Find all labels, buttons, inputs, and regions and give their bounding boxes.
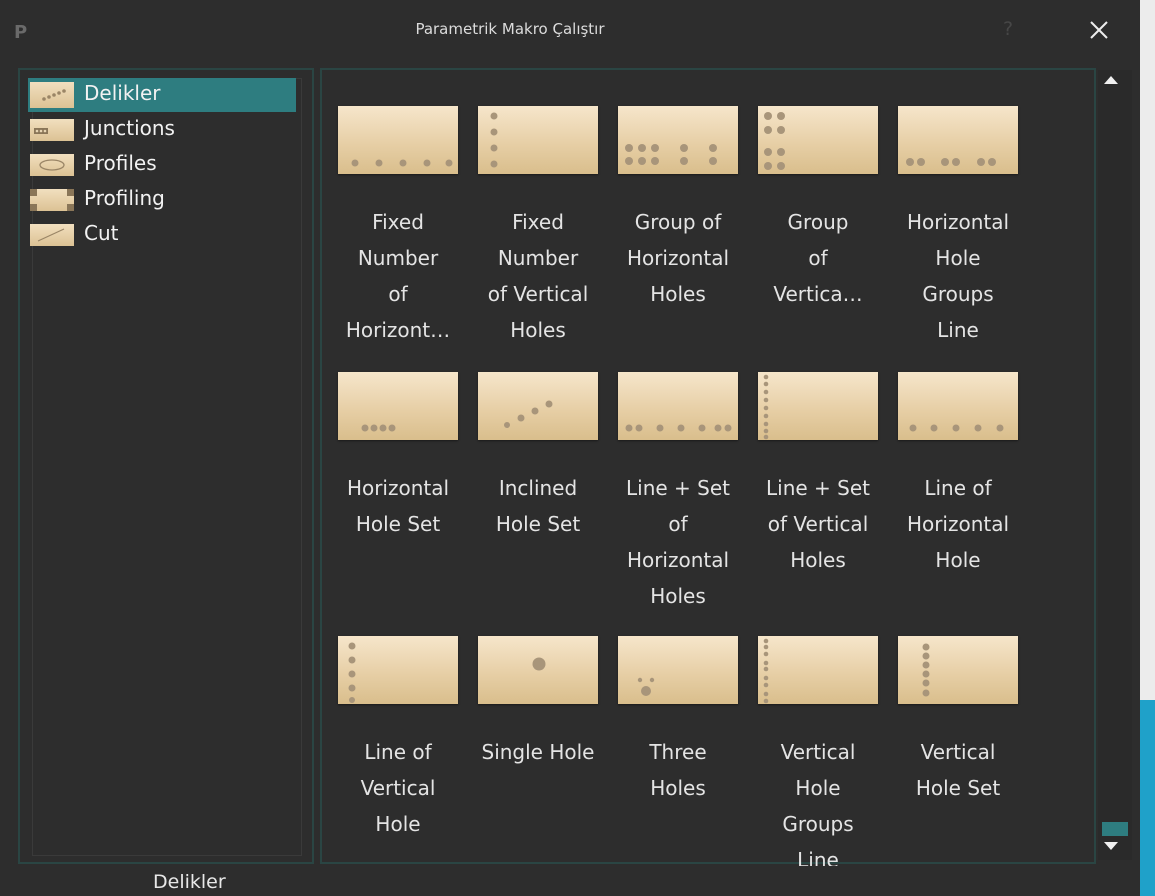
category-item-delikler[interactable]: Delikler	[28, 78, 296, 112]
cut-thumbnail	[30, 224, 74, 246]
macro-item-horizontal-hole-set[interactable]: Horizontal Hole Set	[328, 362, 458, 622]
holes-thumbnail	[30, 82, 74, 108]
category-item-profiles[interactable]: Profiles	[28, 148, 296, 182]
line-vertical-hole-thumbnail	[338, 636, 458, 704]
scroll-down-icon[interactable]	[1104, 842, 1118, 850]
macro-label: Vertical Hole Groups Line	[780, 740, 856, 866]
macro-label: Inclined Hole Set	[495, 476, 581, 536]
profiles-thumbnail	[30, 154, 74, 176]
scroll-up-icon[interactable]	[1104, 76, 1118, 84]
macro-item-inclined-hole-set[interactable]: Inclined Hole Set	[468, 362, 598, 622]
macro-dialog: P Parametrik Makro Çalıştır ? Delikler J…	[0, 0, 1140, 896]
macro-label: Single Hole	[481, 740, 595, 764]
inclined-hole-set-thumbnail	[478, 372, 598, 440]
macro-grid: Fixed Number of Horizont… Fixed Number o…	[328, 96, 1078, 866]
title-bar: P Parametrik Makro Çalıştır ?	[0, 0, 1140, 62]
macro-item-fixed-number-vertical[interactable]: Fixed Number of Vertical Holes	[468, 96, 598, 356]
macro-label: Horizontal Hole Set	[346, 476, 450, 536]
macro-item-line-of-vertical-hole[interactable]: Line of Vertical Hole	[328, 626, 458, 866]
macro-item-horizontal-hole-groups-line[interactable]: Horizontal Hole Groups Line	[888, 96, 1018, 356]
macro-label: Horizontal Hole Groups Line	[906, 210, 1010, 342]
group-vertical-holes-thumbnail	[758, 106, 878, 174]
fixed-horizontal-holes-thumbnail	[338, 106, 458, 174]
macro-item-vertical-hole-groups-line[interactable]: Vertical Hole Groups Line	[748, 626, 878, 866]
three-holes-thumbnail	[618, 636, 738, 704]
macro-label: Fixed Number of Horizont…	[345, 210, 451, 342]
category-label: Profiling	[84, 186, 165, 210]
line-set-vertical-holes-thumbnail	[758, 372, 878, 440]
macro-label: Line of Vertical Hole	[360, 740, 436, 836]
macro-label: Line + Set of Horizontal Holes	[626, 476, 730, 608]
macro-label: Group of Horizontal Holes	[626, 210, 730, 306]
horizontal-hole-set-thumbnail	[338, 372, 458, 440]
single-hole-thumbnail	[478, 636, 598, 704]
profiling-thumbnail	[30, 189, 74, 211]
help-button[interactable]: ?	[1003, 18, 1013, 40]
category-item-cut[interactable]: Cut	[28, 218, 296, 252]
window-title: Parametrik Makro Çalıştır	[415, 20, 605, 38]
close-icon[interactable]	[1087, 18, 1111, 42]
desktop-accent	[1140, 700, 1155, 896]
line-set-horizontal-holes-thumbnail	[618, 372, 738, 440]
macro-item-single-hole[interactable]: Single Hole	[468, 626, 598, 866]
scroll-thumb[interactable]	[1102, 822, 1128, 836]
category-label: Profiles	[84, 151, 157, 175]
macro-item-line-set-vertical[interactable]: Line + Set of Vertical Holes	[748, 362, 878, 622]
line-horizontal-hole-thumbnail	[898, 372, 1018, 440]
junctions-thumbnail	[30, 119, 74, 141]
macro-item-line-set-horizontal[interactable]: Line + Set of Horizontal Holes	[608, 362, 738, 622]
macro-item-three-holes[interactable]: Three Holes	[608, 626, 738, 866]
macro-item-line-of-horizontal-hole[interactable]: Line of Horizontal Hole	[888, 362, 1018, 622]
category-label: Cut	[84, 221, 119, 245]
category-label: Junctions	[84, 116, 175, 140]
macro-label: Fixed Number of Vertical Holes	[487, 210, 589, 342]
fixed-vertical-holes-thumbnail	[478, 106, 598, 174]
macro-item-fixed-number-horizontal[interactable]: Fixed Number of Horizont…	[328, 96, 458, 356]
vertical-hole-groups-line-thumbnail	[758, 636, 878, 704]
category-item-profiling[interactable]: Profiling	[28, 183, 296, 217]
status-label: Delikler	[153, 871, 226, 893]
macro-label: Three Holes	[649, 740, 707, 800]
macro-label: Line + Set of Vertical Holes	[766, 476, 870, 572]
macro-label: Line of Horizontal Hole	[906, 476, 1010, 572]
macro-item-vertical-hole-set[interactable]: Vertical Hole Set	[888, 626, 1018, 866]
category-label: Delikler	[84, 81, 161, 105]
macro-item-group-vertical[interactable]: Group of Vertica…	[748, 96, 878, 356]
vertical-hole-set-thumbnail	[898, 636, 1018, 704]
category-panel: Delikler Junctions Profiles Profiling Cu	[18, 68, 314, 864]
macro-label: Group of Vertica…	[773, 210, 863, 306]
macro-item-group-horizontal[interactable]: Group of Horizontal Holes	[608, 96, 738, 356]
group-horizontal-holes-thumbnail	[618, 106, 738, 174]
horizontal-hole-groups-line-thumbnail	[898, 106, 1018, 174]
macro-label: Vertical Hole Set	[915, 740, 1001, 800]
vertical-scrollbar[interactable]	[1098, 70, 1132, 860]
category-item-junctions[interactable]: Junctions	[28, 113, 296, 147]
